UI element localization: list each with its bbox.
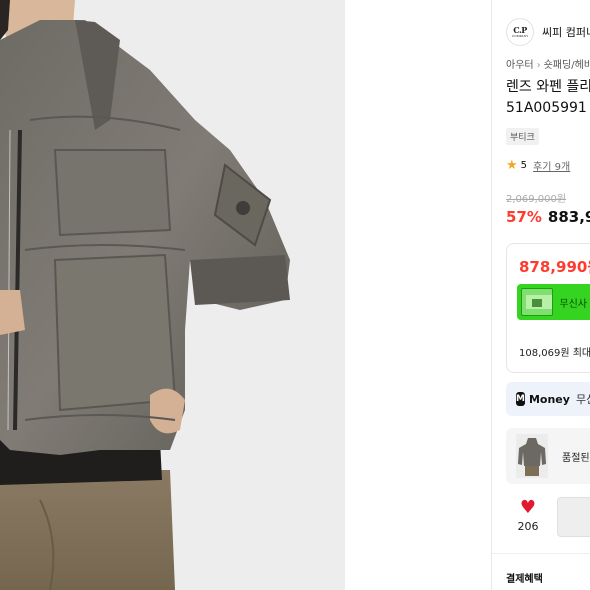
musinsa-money-banner[interactable]: M Money 무신사머니 [506,382,590,416]
brand-name[interactable]: 씨피 컴퍼니 [542,24,590,40]
sale-price-row: 57% 883,9 [506,208,590,226]
sold-out-text: 품절된 옵션 [562,452,590,464]
sale-price: 883,9 [547,208,590,226]
sold-out-option-card[interactable]: 품절된 옵션 [506,428,590,484]
product-code: 51A005991 [506,100,587,116]
jacket-illustration [0,0,345,590]
chevron-right-icon: › [536,60,541,71]
breadcrumb-item-padding[interactable]: 숏패딩/헤비 아우터 [544,60,590,71]
rating-score: 5 [520,160,528,171]
max-benefit-box[interactable]: 878,990원 무신사 현대카드 108,069원 최대 적립 [506,243,590,373]
heart-icon: ♥ [519,497,537,518]
product-photo[interactable] [0,0,345,590]
breadcrumb-item-outer[interactable]: 아우터 [506,60,534,71]
star-icon: ★ [506,157,518,173]
cart-button[interactable] [557,497,590,537]
money-label: Money [528,392,570,406]
product-title: 렌즈 와펜 플리스 [506,79,590,95]
brand-logo-text: C.P [513,25,527,35]
brand-logo[interactable]: C.P COMPANY [506,18,534,46]
money-logo-icon: M [516,392,525,406]
option-thumbnail [516,434,548,478]
max-benefit-price: 878,990원 [519,258,590,276]
breadcrumb: 아우터›숏패딩/헤비 아우터 [506,56,590,71]
section-divider [492,553,590,554]
card-image-icon [521,288,554,316]
discount-percent: 57% [506,208,542,226]
whitespace-gap [346,0,492,590]
review-link[interactable]: 후기 9개 [533,158,570,173]
brand-row[interactable]: C.P COMPANY 씨피 컴퍼니 [506,18,590,46]
boutique-badge: 부티크 [506,128,539,145]
jacket-thumbnail-icon [516,434,548,478]
product-info-panel: C.P COMPANY 씨피 컴퍼니 아우터›숏패딩/헤비 아우터 렌즈 와펜 … [492,0,590,590]
original-price: 2,069,000원 [506,194,567,205]
money-text: 무신사머니 [575,393,590,406]
brand-logo-subtext: COMPANY [511,34,529,38]
like-count: 206 [517,520,539,533]
payment-benefit-title: 결제혜택 [506,574,543,585]
point-text: 108,069원 최대 적립 [519,348,590,359]
like-button[interactable]: ♥ 206 [506,497,550,534]
rating-row: ★ 5 후기 9개 [506,157,570,174]
card-coupon-banner[interactable]: 무신사 현대카드 [517,284,590,320]
coupon-text: 무신사 현대카드 [559,298,590,310]
